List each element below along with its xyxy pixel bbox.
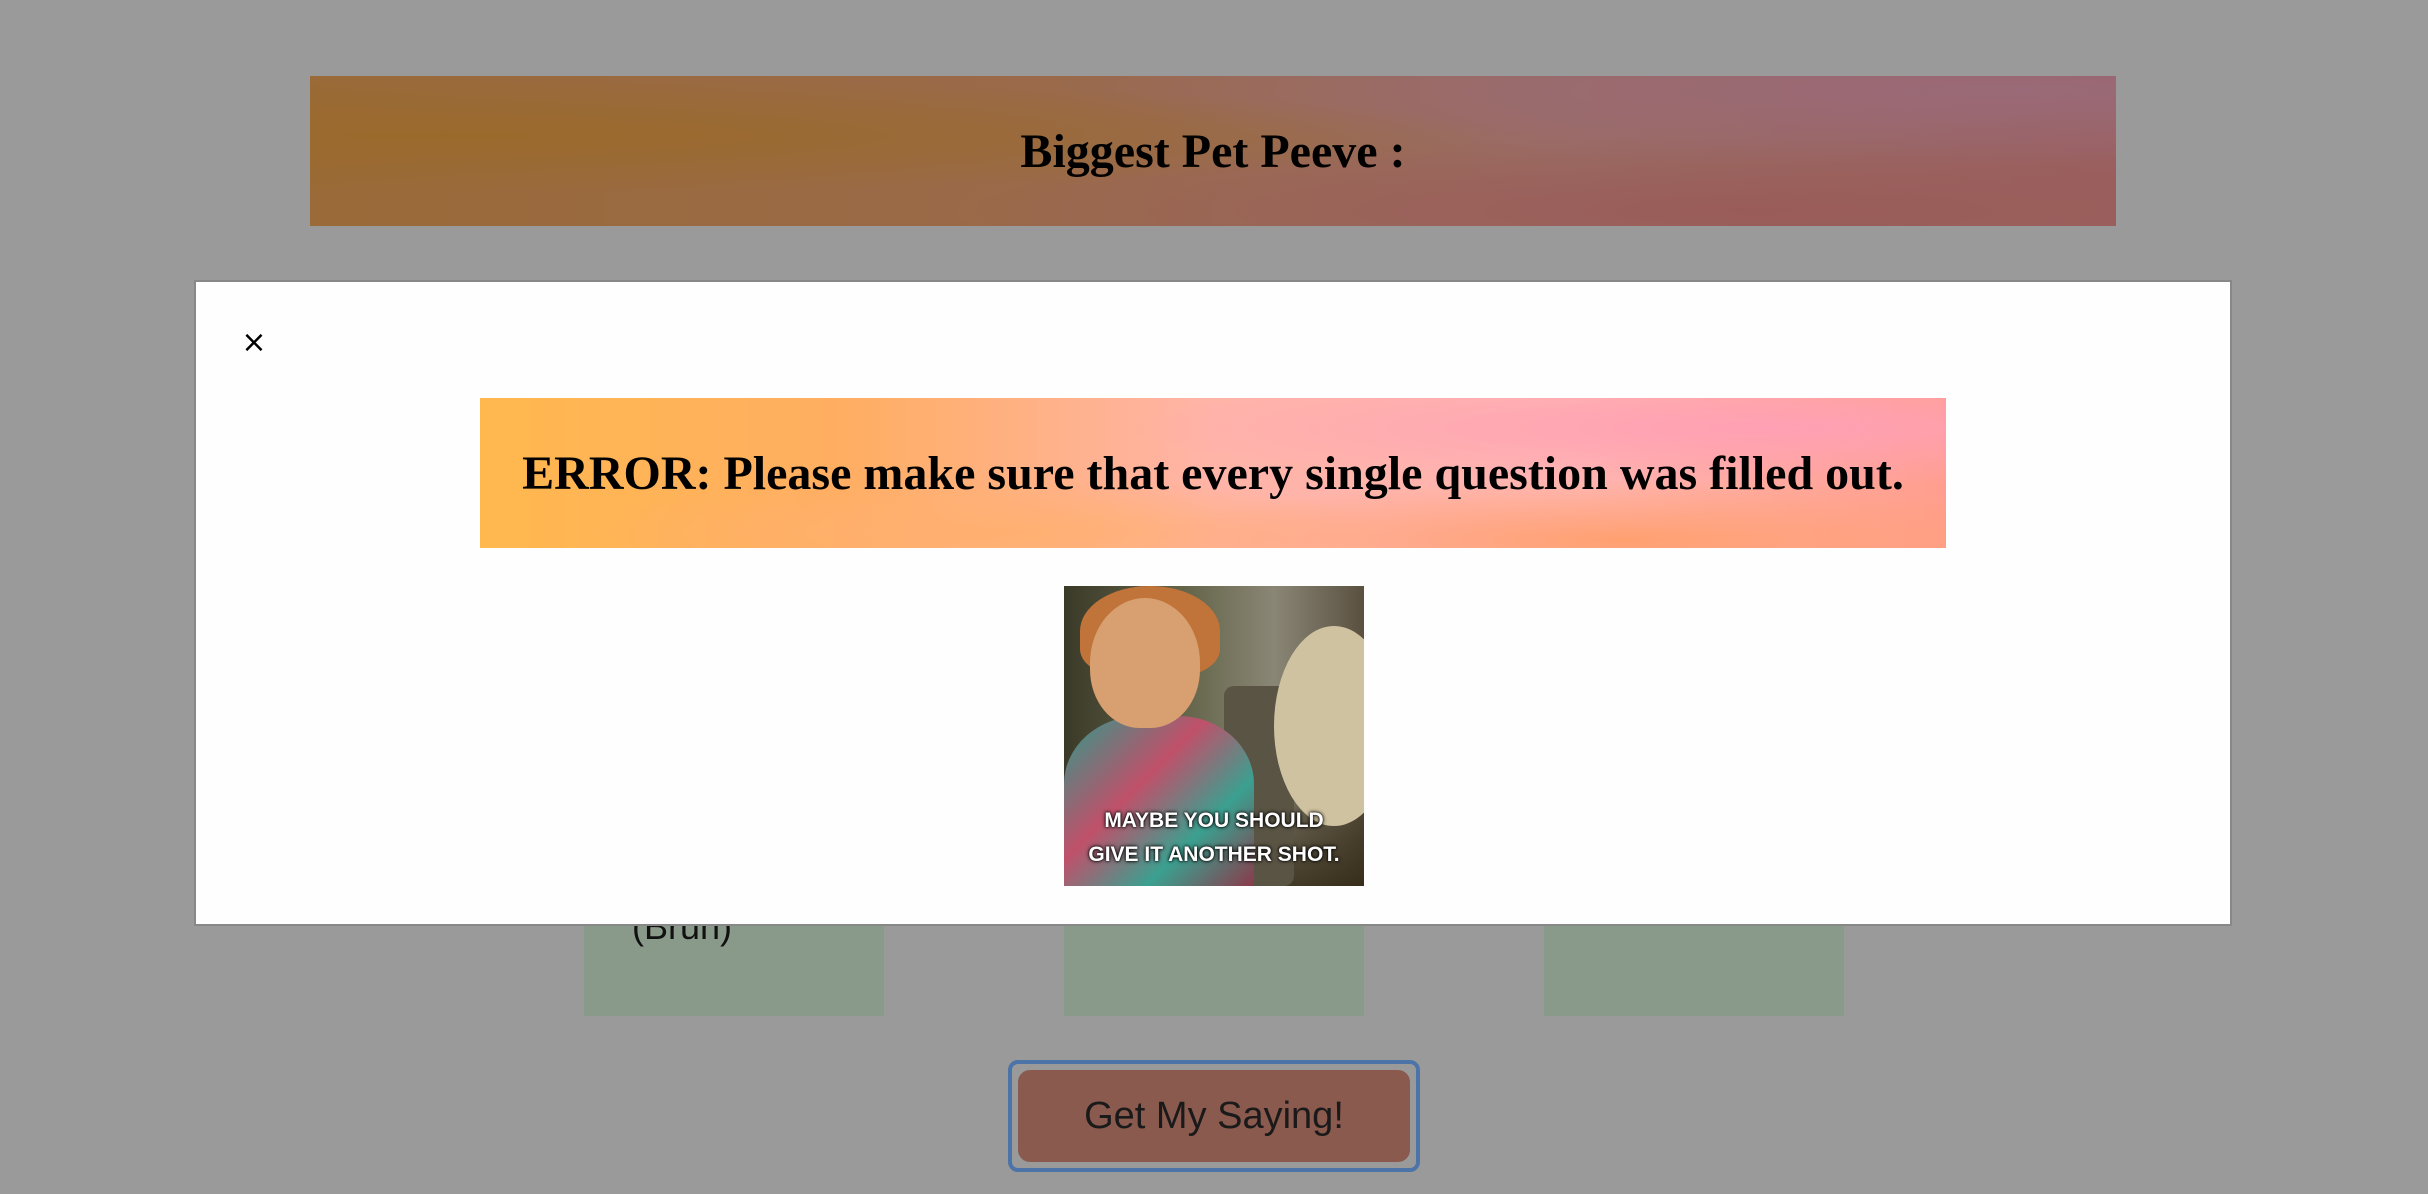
gif-person-face	[1090, 598, 1200, 728]
get-my-saying-button[interactable]: Get My Saying!	[1018, 1070, 1410, 1162]
error-banner: ERROR: Please make sure that every singl…	[480, 398, 1946, 548]
question-title: Biggest Pet Peeve :	[1020, 124, 1406, 178]
error-message: ERROR: Please make sure that every singl…	[522, 446, 1904, 500]
question-header: Biggest Pet Peeve :	[310, 76, 2116, 226]
close-icon[interactable]: ×	[234, 322, 274, 362]
submit-focus-ring: Get My Saying!	[1008, 1060, 1420, 1172]
error-gif-image: MAYBE YOU SHOULD GIVE IT ANOTHER SHOT.	[1064, 586, 1364, 886]
error-modal: × ERROR: Please make sure that every sin…	[194, 280, 2232, 926]
gif-caption: MAYBE YOU SHOULD GIVE IT ANOTHER SHOT.	[1088, 809, 1340, 866]
